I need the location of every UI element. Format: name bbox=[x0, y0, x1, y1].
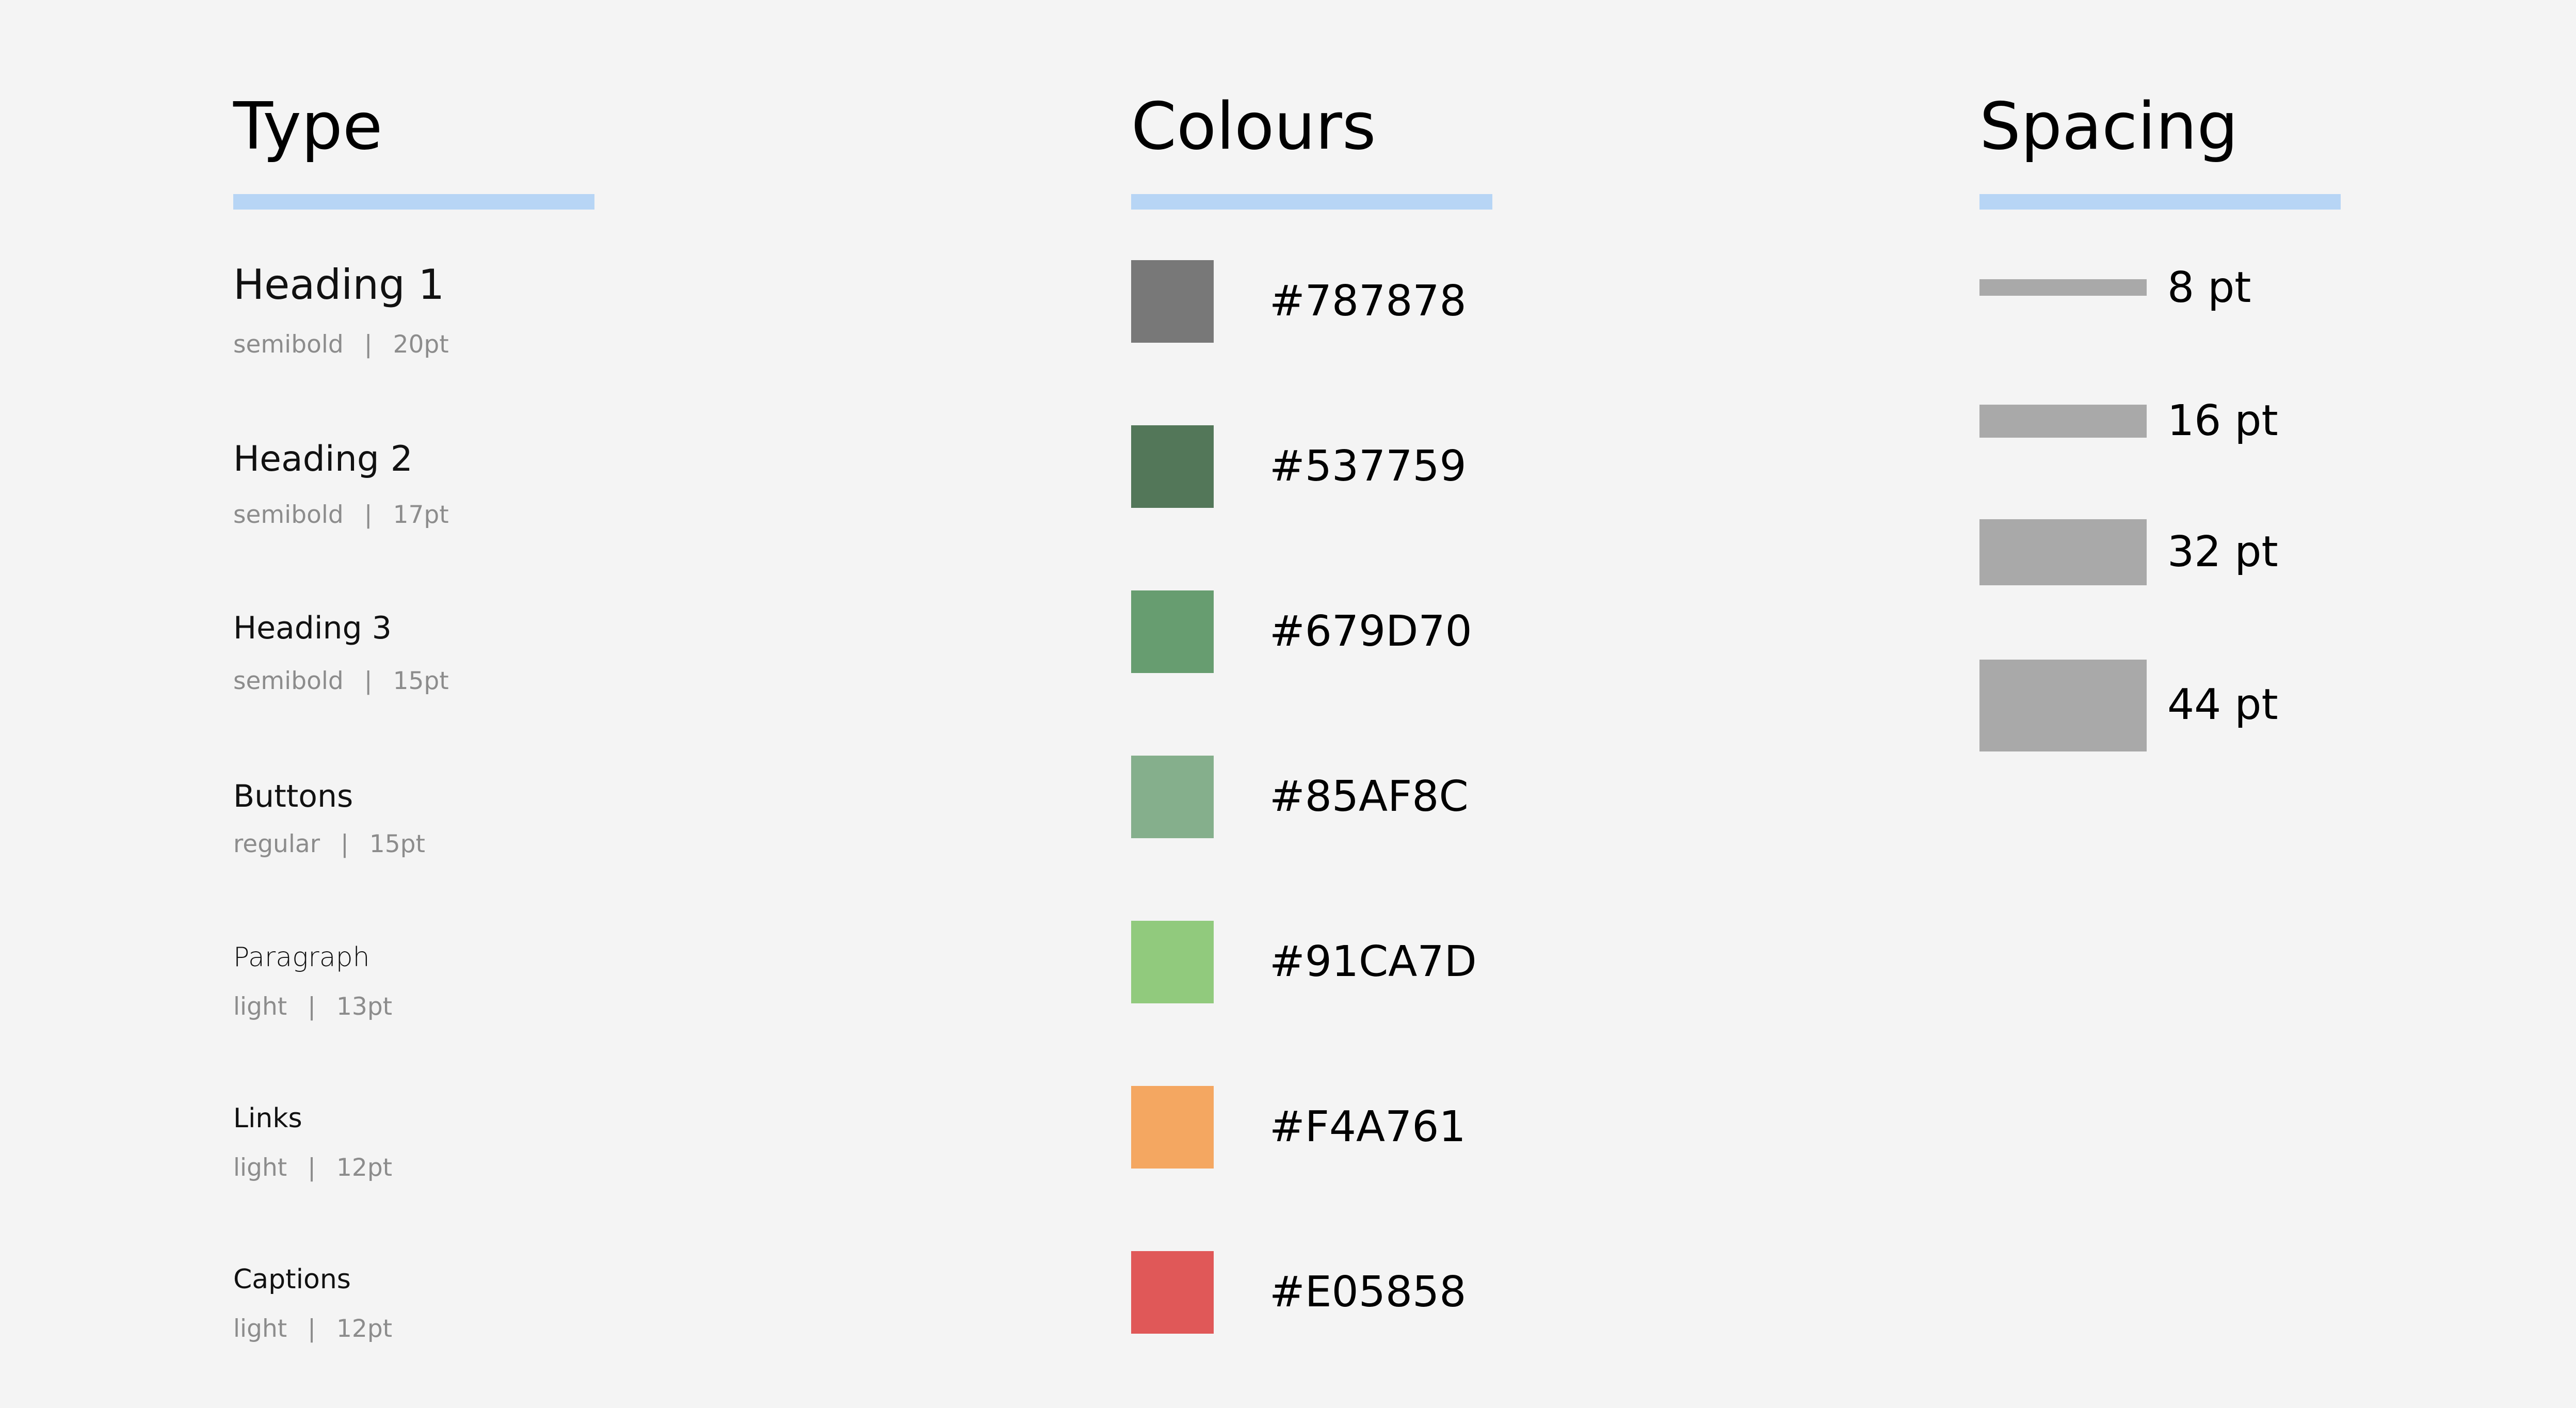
type-item-name: Heading 1 bbox=[233, 261, 445, 309]
type-item-meta: light | 12pt bbox=[233, 1315, 392, 1343]
type-item-separator: | bbox=[341, 830, 349, 858]
spacing-bar bbox=[1979, 279, 2147, 296]
type-item-captions: Captions light | 12pt bbox=[233, 1264, 392, 1343]
colour-swatch bbox=[1131, 425, 1214, 508]
colours-title-underline bbox=[1131, 194, 1492, 210]
type-item-name: Captions bbox=[233, 1264, 351, 1295]
type-item-meta: semibold | 17pt bbox=[233, 501, 449, 529]
type-item-separator: | bbox=[364, 667, 373, 695]
spacing-label: 16 pt bbox=[2167, 396, 2278, 445]
type-item-size: 15pt bbox=[369, 830, 425, 858]
spacing-bar bbox=[1979, 519, 2147, 585]
type-item-name: Paragraph bbox=[233, 942, 370, 973]
type-item-size: 15pt bbox=[393, 667, 449, 695]
spacing-bar bbox=[1979, 405, 2147, 438]
type-item-meta: light | 12pt bbox=[233, 1154, 392, 1182]
type-item-weight: light bbox=[233, 993, 287, 1021]
spacing-label: 44 pt bbox=[2167, 680, 2278, 729]
type-item-weight: semibold bbox=[233, 501, 344, 529]
type-item-meta: semibold | 15pt bbox=[233, 667, 449, 695]
type-item-weight: light bbox=[233, 1154, 287, 1182]
colours-section-title: Colours bbox=[1131, 88, 1376, 164]
colour-swatch bbox=[1131, 260, 1214, 343]
colour-hex-label: #537759 bbox=[1269, 442, 1467, 491]
colour-swatch bbox=[1131, 1086, 1214, 1169]
type-item-weight: semibold bbox=[233, 330, 344, 359]
type-item-separator: | bbox=[308, 1154, 316, 1182]
type-item-links: Links light | 12pt bbox=[233, 1103, 392, 1182]
colour-hex-label: #787878 bbox=[1269, 277, 1467, 326]
type-item-weight: regular bbox=[233, 830, 320, 858]
type-item-weight: semibold bbox=[233, 667, 344, 695]
type-item-size: 17pt bbox=[393, 501, 449, 529]
type-item-size: 12pt bbox=[336, 1154, 393, 1182]
type-item-heading-3: Heading 3 semibold | 15pt bbox=[233, 610, 449, 695]
type-item-meta: regular | 15pt bbox=[233, 830, 425, 858]
type-item-name: Links bbox=[233, 1103, 302, 1134]
type-item-meta: semibold | 20pt bbox=[233, 330, 449, 359]
colour-swatch bbox=[1131, 1251, 1214, 1334]
type-item-name: Buttons bbox=[233, 778, 353, 814]
type-item-separator: | bbox=[364, 501, 373, 529]
type-item-buttons: Buttons regular | 15pt bbox=[233, 778, 425, 858]
type-item-name: Heading 2 bbox=[233, 439, 413, 479]
type-item-name: Heading 3 bbox=[233, 610, 392, 646]
spacing-bar bbox=[1979, 660, 2147, 751]
colour-hex-label: #85AF8C bbox=[1269, 772, 1469, 821]
spacing-section-title: Spacing bbox=[1979, 88, 2239, 164]
type-item-heading-1: Heading 1 semibold | 20pt bbox=[233, 261, 449, 359]
type-title-underline bbox=[233, 194, 594, 210]
colour-swatch bbox=[1131, 590, 1214, 673]
type-item-separator: | bbox=[308, 1315, 316, 1343]
colour-hex-label: #F4A761 bbox=[1269, 1102, 1466, 1151]
type-item-separator: | bbox=[308, 993, 316, 1021]
spacing-label: 8 pt bbox=[2167, 263, 2251, 312]
spacing-title-underline bbox=[1979, 194, 2341, 210]
type-section-title: Type bbox=[233, 88, 383, 164]
type-item-heading-2: Heading 2 semibold | 17pt bbox=[233, 439, 449, 529]
type-item-weight: light bbox=[233, 1315, 287, 1343]
colour-swatch bbox=[1131, 921, 1214, 1003]
type-item-size: 20pt bbox=[393, 330, 449, 359]
colour-hex-label: #91CA7D bbox=[1269, 937, 1477, 986]
type-item-meta: light | 13pt bbox=[233, 993, 392, 1021]
type-item-size: 12pt bbox=[336, 1315, 393, 1343]
spacing-label: 32 pt bbox=[2167, 527, 2278, 577]
colour-hex-label: #679D70 bbox=[1269, 607, 1472, 656]
type-item-separator: | bbox=[364, 330, 373, 359]
colour-hex-label: #E05858 bbox=[1269, 1268, 1467, 1317]
colour-swatch bbox=[1131, 756, 1214, 838]
type-item-paragraph: Paragraph light | 13pt bbox=[233, 942, 392, 1021]
type-item-size: 13pt bbox=[336, 993, 393, 1021]
